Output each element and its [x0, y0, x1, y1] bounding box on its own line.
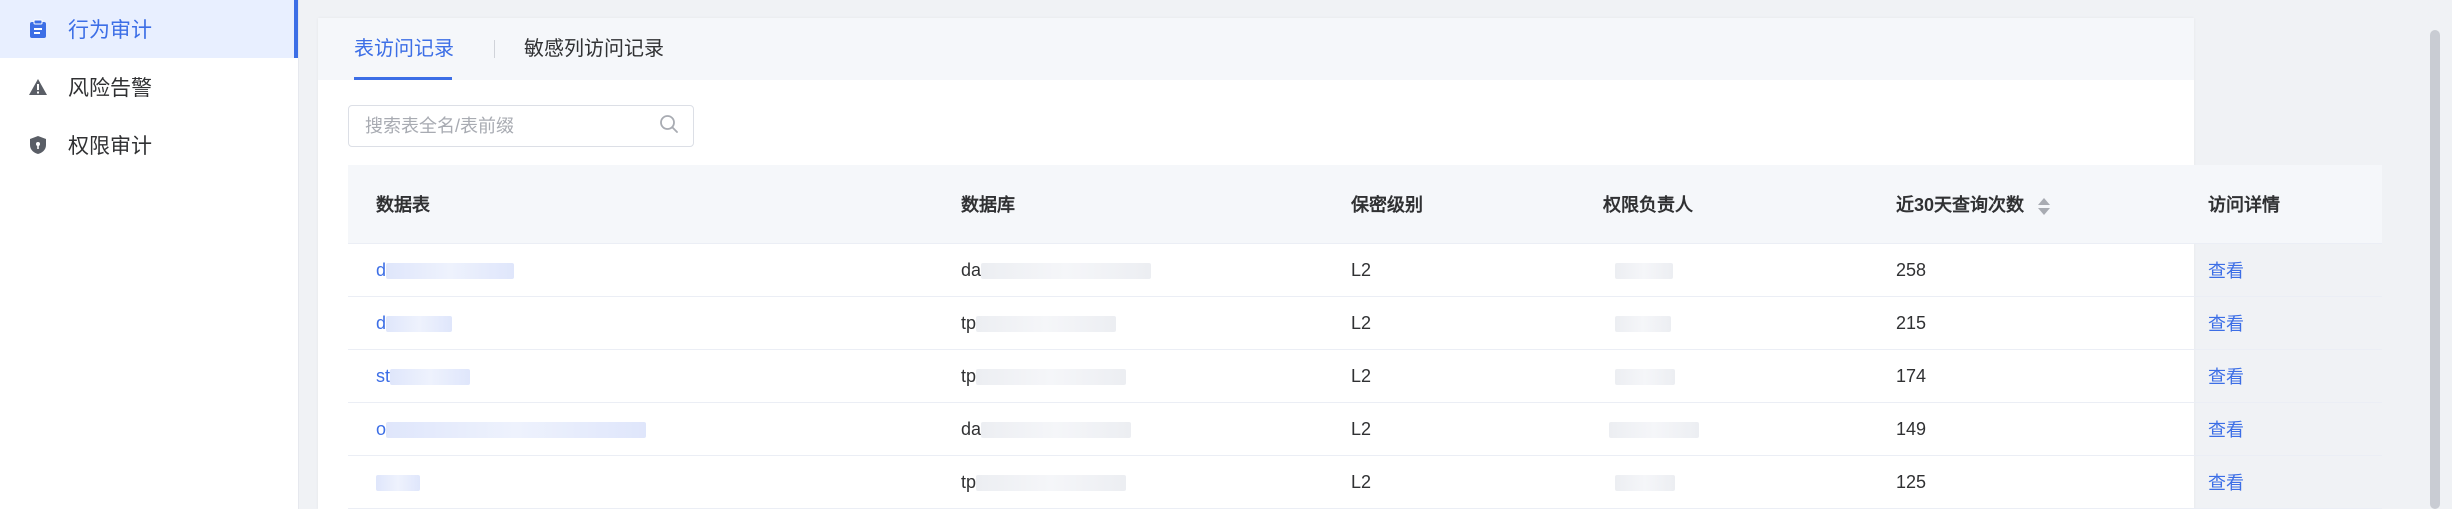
clipboard-icon [28, 18, 48, 40]
table-row: d tp L2 215 查看 [348, 297, 2382, 350]
tab-sensitive-column-access-records[interactable]: 敏感列访问记录 [524, 36, 664, 62]
scrollbar[interactable] [2428, 30, 2442, 509]
table-name-link[interactable]: o [348, 419, 933, 440]
sidebar-item-permission-audit[interactable]: 权限审计 [0, 116, 298, 174]
view-button[interactable]: 查看 [2180, 257, 2382, 283]
redacted-text [386, 421, 647, 438]
redacted-text [1615, 368, 1675, 385]
active-tab-indicator [354, 77, 452, 80]
redacted-text [981, 262, 1152, 279]
column-header-level: 保密级别 [1351, 195, 1423, 215]
search-icon[interactable] [659, 114, 679, 139]
redacted-text [386, 315, 453, 332]
level-cell: L2 [1351, 259, 1372, 280]
table-name-link[interactable]: d [348, 313, 933, 334]
view-button[interactable]: 查看 [2180, 363, 2382, 389]
redacted-text [981, 421, 1132, 438]
tab-table-access-records[interactable]: 表访问记录 [354, 36, 454, 62]
redacted-text [976, 474, 1127, 491]
table-row: st tp L2 174 查看 [348, 350, 2382, 403]
sidebar-item-label: 风险告警 [68, 77, 152, 100]
column-header-database: 数据库 [961, 195, 1015, 215]
column-header-detail: 访问详情 [2208, 195, 2280, 215]
query-count: 149 [1896, 418, 1927, 439]
query-count: 215 [1896, 312, 1927, 333]
sidebar-item-label: 权限审计 [68, 135, 152, 158]
owner-cell [1575, 313, 1868, 334]
shield-icon [28, 134, 48, 156]
table-name[interactable]: o [376, 419, 386, 439]
view-button[interactable]: 查看 [2180, 416, 2382, 442]
database-name: da [961, 259, 982, 280]
owner-cell [1575, 260, 1868, 281]
query-count: 125 [1896, 471, 1927, 492]
sidebar-item-label: 行为审计 [68, 19, 152, 42]
database-cell: tp [933, 313, 1323, 334]
sidebar-item-behavior-audit[interactable]: 行为审计 [0, 0, 298, 58]
search-box [348, 105, 694, 147]
column-header-label: 近30天查询次数 [1896, 195, 2025, 215]
database-cell: tp [933, 366, 1323, 387]
level-cell: L2 [1351, 365, 1372, 386]
database-name: tp [961, 312, 977, 333]
redacted-text [1609, 421, 1699, 438]
owner-cell [1575, 366, 1868, 387]
sidebar: 行为审计 风险告警 权限审计 [0, 0, 299, 509]
table-name-link[interactable]: st [348, 366, 933, 387]
column-header-query-count[interactable]: 近30天查询次数 [1868, 191, 2180, 217]
redacted-text [386, 262, 515, 279]
tab-divider [494, 40, 495, 58]
redacted-text [376, 474, 420, 491]
table-row: d da L2 258 查看 [348, 244, 2382, 297]
table-name-link[interactable]: d [348, 260, 933, 281]
column-header-owner: 权限负责人 [1603, 195, 1693, 215]
level-cell: L2 [1351, 471, 1372, 492]
column-header-table: 数据表 [376, 195, 430, 215]
table-name[interactable]: d [376, 260, 386, 280]
redacted-text [1615, 315, 1671, 332]
redacted-text [976, 368, 1127, 385]
database-name: da [961, 418, 982, 439]
table-row: o da L2 149 查看 [348, 403, 2382, 456]
level-cell: L2 [1351, 312, 1372, 333]
view-button[interactable]: 查看 [2180, 310, 2382, 336]
table-name-link[interactable] [348, 472, 933, 493]
sidebar-item-risk-alert[interactable]: 风险告警 [0, 58, 298, 116]
table-row: tp L2 125 查看 [348, 456, 2382, 509]
warning-icon [28, 76, 48, 98]
query-count: 174 [1896, 365, 1927, 386]
search-input[interactable] [363, 114, 659, 138]
redacted-text [976, 315, 1117, 332]
table-name[interactable]: st [376, 366, 390, 386]
level-cell: L2 [1351, 418, 1372, 439]
database-cell: da [933, 260, 1323, 281]
redacted-text [1615, 474, 1675, 491]
database-name: tp [961, 365, 977, 386]
redacted-text [390, 368, 471, 385]
redacted-text [1615, 262, 1673, 279]
database-name: tp [961, 471, 977, 492]
database-cell: tp [933, 472, 1323, 493]
table-name[interactable]: d [376, 313, 386, 333]
tab-bar: 表访问记录 敏感列访问记录 [318, 18, 2194, 80]
owner-cell [1575, 419, 1868, 440]
table: 数据表 数据库 保密级别 权限负责人 近30天查询次数 访问详情 d da L2… [348, 165, 2382, 509]
table-header: 数据表 数据库 保密级别 权限负责人 近30天查询次数 访问详情 [348, 165, 2382, 244]
owner-cell [1575, 472, 1868, 493]
view-button[interactable]: 查看 [2180, 469, 2382, 495]
database-cell: da [933, 419, 1323, 440]
main-panel: 表访问记录 敏感列访问记录 数据表 数据库 保密级别 权限负责人 近30天查询次… [318, 18, 2382, 509]
sort-icon[interactable] [2038, 197, 2051, 215]
query-count: 258 [1896, 259, 1927, 280]
scrollbar-thumb[interactable] [2430, 30, 2440, 509]
